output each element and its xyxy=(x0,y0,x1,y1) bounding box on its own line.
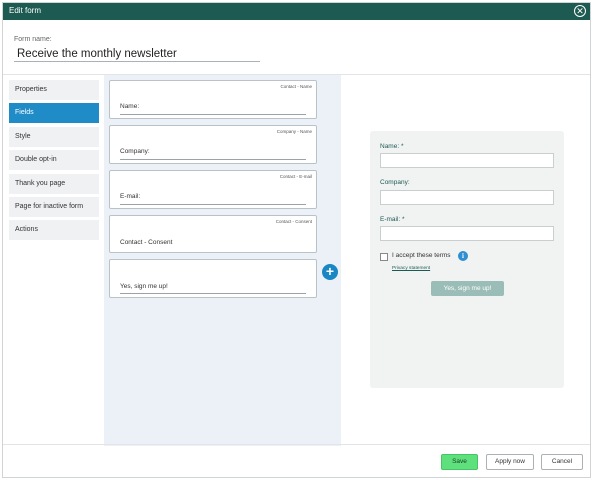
preview-company-input[interactable] xyxy=(380,190,554,205)
preview-email-input[interactable] xyxy=(380,226,554,241)
field-label: Company: xyxy=(120,148,150,155)
field-label: Yes, sign me up! xyxy=(120,283,168,290)
field-underline xyxy=(120,204,306,205)
add-field-button[interactable]: + xyxy=(322,264,338,280)
form-name-label: Form name: xyxy=(14,36,52,43)
save-button[interactable]: Save xyxy=(441,454,478,470)
field-label: Name: xyxy=(120,103,140,110)
dialog-title: Edit form xyxy=(9,6,42,15)
sidebar-item-label: Fields xyxy=(15,109,34,117)
sidebar-item-inactive-page[interactable]: Page for inactive form xyxy=(9,196,99,217)
field-card-name[interactable]: Contact - Name Name: xyxy=(109,80,317,119)
privacy-statement-link[interactable]: Privacy statement xyxy=(392,266,430,271)
sidebar-item-style[interactable]: Style xyxy=(9,126,99,147)
field-type-tag: Company - Name xyxy=(276,129,312,134)
divider xyxy=(3,444,590,445)
edit-form-dialog: Edit form ✕ Form name: Properties Fields… xyxy=(2,2,591,478)
sidebar-item-label: Page for inactive form xyxy=(15,202,84,210)
form-preview: Name: * Company: E-mail: * I accept thes… xyxy=(370,131,564,388)
field-card-submit[interactable]: Yes, sign me up! xyxy=(109,259,317,298)
field-underline xyxy=(120,114,306,115)
sidebar-nav: Properties Fields Style Double opt-in Th… xyxy=(9,80,99,244)
field-type-tag: Contact - Name xyxy=(280,84,312,89)
preview-email-label: E-mail: * xyxy=(380,216,405,223)
sidebar-item-thank-you-page[interactable]: Thank you page xyxy=(9,173,99,194)
sidebar-item-label: Properties xyxy=(15,86,47,93)
preview-name-label: Name: * xyxy=(380,143,404,150)
dialog-titlebar: Edit form ✕ xyxy=(3,3,590,20)
sidebar-item-label: Thank you page xyxy=(15,179,66,187)
preview-submit-button[interactable]: Yes, sign me up! xyxy=(431,281,504,296)
close-icon[interactable]: ✕ xyxy=(574,5,586,17)
sidebar-item-label: Double opt-in xyxy=(15,156,57,164)
field-type-tag: Contact - E-mail xyxy=(279,174,312,179)
sidebar-item-double-opt-in[interactable]: Double opt-in xyxy=(9,150,99,171)
sidebar-item-label: Actions xyxy=(15,226,38,234)
terms-label: I accept these terms xyxy=(392,252,451,259)
field-label: E-mail: xyxy=(120,193,141,200)
terms-checkbox[interactable] xyxy=(380,253,388,261)
apply-now-button[interactable]: Apply now xyxy=(486,454,534,470)
info-icon[interactable]: i xyxy=(458,251,468,261)
fields-panel: Contact - Name Name: Company - Name Comp… xyxy=(104,75,341,446)
field-type-tag: Contact - Consent xyxy=(275,219,312,224)
field-underline xyxy=(120,159,306,160)
preview-company-label: Company: xyxy=(380,179,410,186)
field-card-email[interactable]: Contact - E-mail E-mail: xyxy=(109,170,317,209)
sidebar-item-fields[interactable]: Fields xyxy=(9,103,99,124)
sidebar-item-actions[interactable]: Actions xyxy=(9,220,99,241)
field-card-consent[interactable]: Contact - Consent Contact - Consent xyxy=(109,215,317,253)
preview-name-input[interactable] xyxy=(380,153,554,168)
cancel-button[interactable]: Cancel xyxy=(541,454,583,470)
field-underline xyxy=(120,293,306,294)
form-name-input[interactable] xyxy=(14,46,260,62)
sidebar-item-label: Style xyxy=(15,132,31,140)
field-card-company[interactable]: Company - Name Company: xyxy=(109,125,317,164)
field-label: Contact - Consent xyxy=(120,239,173,246)
sidebar-item-properties[interactable]: Properties xyxy=(9,80,99,100)
